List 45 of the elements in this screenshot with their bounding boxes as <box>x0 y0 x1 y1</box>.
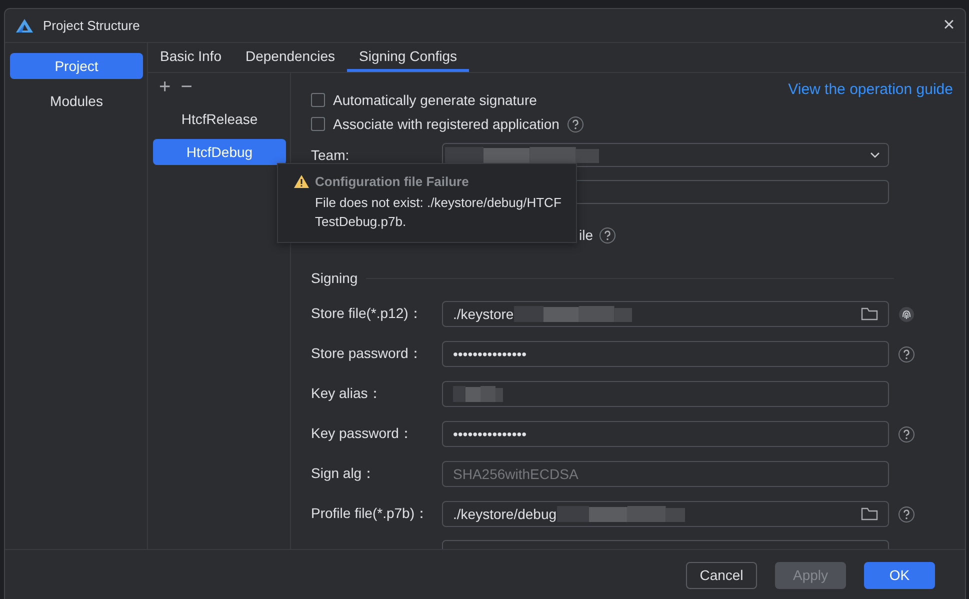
checkbox[interactable] <box>311 117 325 131</box>
fingerprint-icon[interactable] <box>898 306 915 322</box>
config-item[interactable]: HtcfDebug <box>153 139 286 165</box>
help-icon[interactable] <box>599 226 616 244</box>
tooltip-message: File does not exist: ./keystore/debug/HTCF TestDebug.p7b. <box>315 194 562 231</box>
file-path-field[interactable]: ./keystore/debug <box>442 501 889 527</box>
close-button[interactable]: × <box>933 10 965 42</box>
section-title: Signing <box>311 270 358 286</box>
field-label: Store file(*.p12)： <box>311 305 424 323</box>
cancel-button[interactable]: Cancel <box>686 562 757 588</box>
ok-button[interactable]: OK <box>864 562 935 588</box>
tooltip-title: Configuration file Failure <box>315 174 469 189</box>
file-path-field[interactable]: ./keystore <box>442 301 889 327</box>
folder-icon[interactable] <box>861 307 878 321</box>
help-icon[interactable] <box>567 116 584 132</box>
checkbox-label: Associate with registered application <box>333 116 560 132</box>
input-field[interactable]: ••••••••••••••• <box>442 341 889 367</box>
input-field[interactable] <box>442 381 889 407</box>
sidebar-item[interactable]: Project <box>10 53 143 79</box>
checkbox[interactable] <box>311 93 325 107</box>
tab[interactable]: Signing Configs <box>347 43 470 72</box>
sidebar-item[interactable]: Modules <box>10 88 143 114</box>
input-field[interactable]: ••••••••••••••• <box>442 421 889 447</box>
help-icon[interactable] <box>898 426 915 442</box>
chevron-down-icon <box>870 152 880 158</box>
field-label: Team: <box>311 147 350 163</box>
help-icon[interactable] <box>898 346 915 362</box>
checkbox-label: Automatically generate signature <box>333 92 537 108</box>
folder-icon[interactable] <box>861 507 878 521</box>
field-label: Store password： <box>311 345 424 363</box>
field-label: Sign alg： <box>311 465 377 483</box>
checkbox-label: ile <box>579 227 594 243</box>
guide-link[interactable]: View the operation guide <box>788 81 953 98</box>
help-icon[interactable] <box>898 506 915 522</box>
field-label: Key password： <box>311 425 414 443</box>
app-logo-icon <box>16 18 33 32</box>
field-label: Profile file(*.p7b)： <box>311 505 430 523</box>
config-item[interactable]: HtcfRelease <box>153 106 286 132</box>
window-title: Project Structure <box>43 18 140 33</box>
tab[interactable]: Dependencies <box>233 43 347 72</box>
warning-icon <box>294 175 309 188</box>
tab[interactable]: Basic Info <box>148 43 234 72</box>
field-label: Key alias： <box>311 385 383 403</box>
remove-button[interactable]: − <box>180 77 192 97</box>
add-button[interactable]: + <box>159 77 171 97</box>
